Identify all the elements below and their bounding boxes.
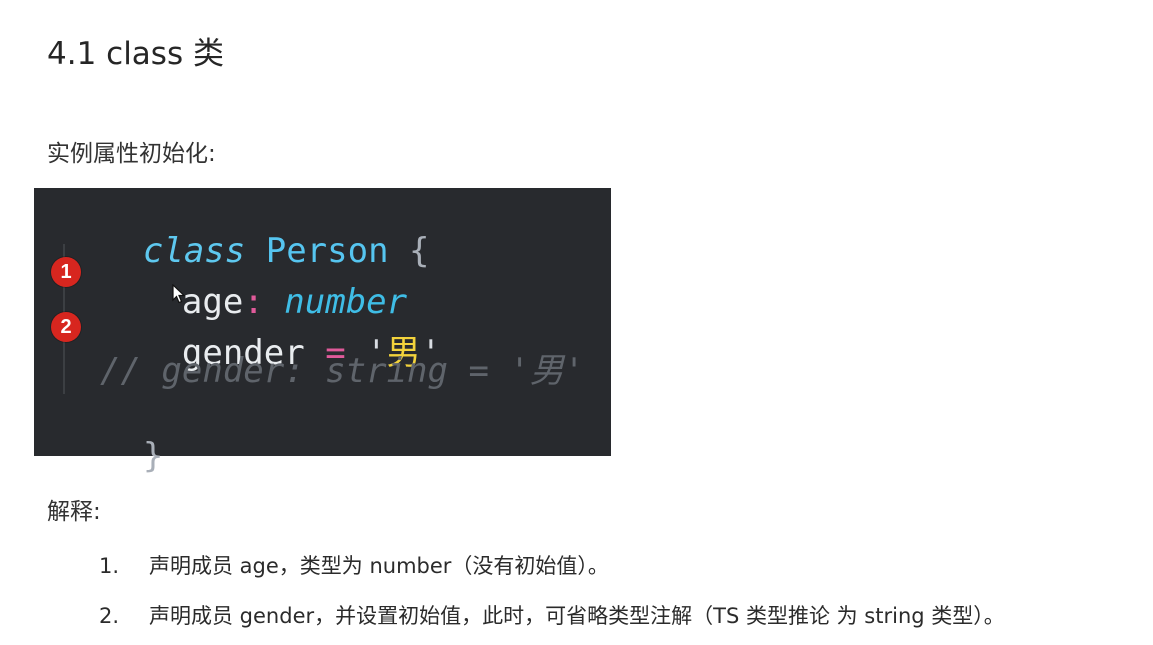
section-heading: 4.1 class 类 [47, 36, 224, 72]
list-item: 2. 声明成员 gender，并设置初始值，此时，可省略类型注解（TS 类型推论 … [99, 600, 1005, 630]
marker-1: 1 [51, 257, 81, 287]
mouse-cursor-icon [172, 284, 186, 304]
list-item: 1. 声明成员 age，类型为 number（没有初始值）。 [99, 550, 609, 580]
close-brace: } [142, 436, 164, 476]
explain-label: 解释: [47, 499, 101, 525]
subheading: 实例属性初始化: [47, 141, 216, 167]
list-number: 2. [99, 604, 120, 628]
list-text: 声明成员 gender，并设置初始值，此时，可省略类型注解（TS 类型推论 为 … [149, 604, 1005, 628]
list-text: 声明成员 age，类型为 number（没有初始值）。 [149, 554, 609, 578]
marker-2: 2 [51, 312, 81, 342]
list-number: 1. [99, 554, 120, 578]
open-brace: { [409, 231, 430, 271]
code-block: class Person { age: number gender = '男' … [34, 188, 611, 473]
code-comment: // gender: string = '男' [100, 351, 585, 391]
